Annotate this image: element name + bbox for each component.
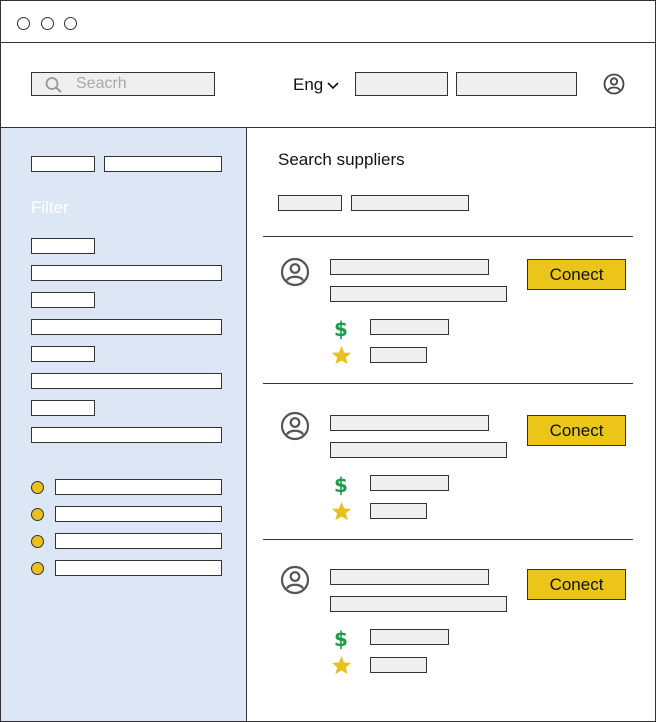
radio-option-label bbox=[55, 533, 222, 549]
supplier-name-placeholder bbox=[330, 569, 489, 585]
user-icon bbox=[280, 411, 310, 446]
filter-option-label bbox=[31, 346, 95, 362]
price-placeholder bbox=[370, 475, 449, 491]
title-bar bbox=[1, 1, 655, 43]
page-title: Search suppliers bbox=[278, 150, 405, 169]
star-icon bbox=[331, 345, 352, 370]
star-icon bbox=[331, 655, 352, 680]
window-close-button[interactable] bbox=[17, 17, 30, 30]
window-maximize-button[interactable] bbox=[64, 17, 77, 30]
dollar-icon: $ bbox=[334, 317, 348, 341]
dollar-icon: $ bbox=[334, 627, 348, 651]
price-placeholder bbox=[370, 319, 449, 335]
user-icon bbox=[280, 257, 310, 292]
supplier-name-placeholder bbox=[330, 415, 489, 431]
app-window: Eng Filter bbox=[0, 0, 656, 722]
language-selector[interactable]: Eng bbox=[293, 75, 339, 95]
filter-option-field[interactable] bbox=[31, 373, 222, 389]
main-content: Search suppliers Conect $ Conect $ Conec… bbox=[247, 128, 655, 721]
search-icon bbox=[44, 76, 64, 99]
filter-option-label bbox=[31, 238, 95, 254]
search-input[interactable] bbox=[76, 74, 206, 94]
connect-button[interactable]: Conect bbox=[527, 415, 626, 446]
user-icon bbox=[280, 565, 310, 600]
radio-option[interactable] bbox=[31, 562, 44, 575]
rating-placeholder bbox=[370, 347, 427, 363]
connect-button[interactable]: Conect bbox=[527, 259, 626, 290]
chevron-down-icon bbox=[327, 75, 339, 95]
price-placeholder bbox=[370, 629, 449, 645]
supplier-detail-placeholder bbox=[330, 442, 507, 458]
sidebar-placeholder[interactable] bbox=[31, 156, 95, 172]
radio-option[interactable] bbox=[31, 481, 44, 494]
supplier-card: Conect $ bbox=[247, 393, 655, 539]
supplier-detail-placeholder bbox=[330, 286, 507, 302]
sidebar-placeholder[interactable] bbox=[104, 156, 222, 172]
top-header: Eng bbox=[1, 43, 655, 128]
user-icon[interactable] bbox=[603, 73, 625, 100]
radio-option[interactable] bbox=[31, 535, 44, 548]
dollar-icon: $ bbox=[334, 473, 348, 497]
divider bbox=[263, 383, 633, 384]
filter-heading: Filter bbox=[31, 198, 69, 217]
connect-button[interactable]: Conect bbox=[527, 569, 626, 600]
sort-placeholder[interactable] bbox=[278, 195, 342, 211]
sort-placeholder[interactable] bbox=[351, 195, 469, 211]
supplier-detail-placeholder bbox=[330, 596, 507, 612]
filter-option-field[interactable] bbox=[31, 265, 222, 281]
filter-option-label bbox=[31, 292, 95, 308]
supplier-card: Conect $ bbox=[247, 237, 655, 383]
radio-option-label bbox=[55, 506, 222, 522]
window-minimize-button[interactable] bbox=[41, 17, 54, 30]
divider bbox=[263, 539, 633, 540]
filter-option-field[interactable] bbox=[31, 319, 222, 335]
filter-option-field[interactable] bbox=[31, 427, 222, 443]
supplier-name-placeholder bbox=[330, 259, 489, 275]
header-placeholder-1[interactable] bbox=[355, 72, 448, 96]
search-bar[interactable] bbox=[31, 72, 215, 96]
radio-option[interactable] bbox=[31, 508, 44, 521]
rating-placeholder bbox=[370, 657, 427, 673]
filter-option-label bbox=[31, 400, 95, 416]
radio-option-label bbox=[55, 479, 222, 495]
header-placeholder-2[interactable] bbox=[456, 72, 577, 96]
star-icon bbox=[331, 501, 352, 526]
language-label: Eng bbox=[293, 75, 324, 94]
supplier-card: Conect $ bbox=[247, 547, 655, 693]
rating-placeholder bbox=[370, 503, 427, 519]
radio-option-label bbox=[55, 560, 222, 576]
filter-sidebar: Filter bbox=[1, 128, 247, 721]
